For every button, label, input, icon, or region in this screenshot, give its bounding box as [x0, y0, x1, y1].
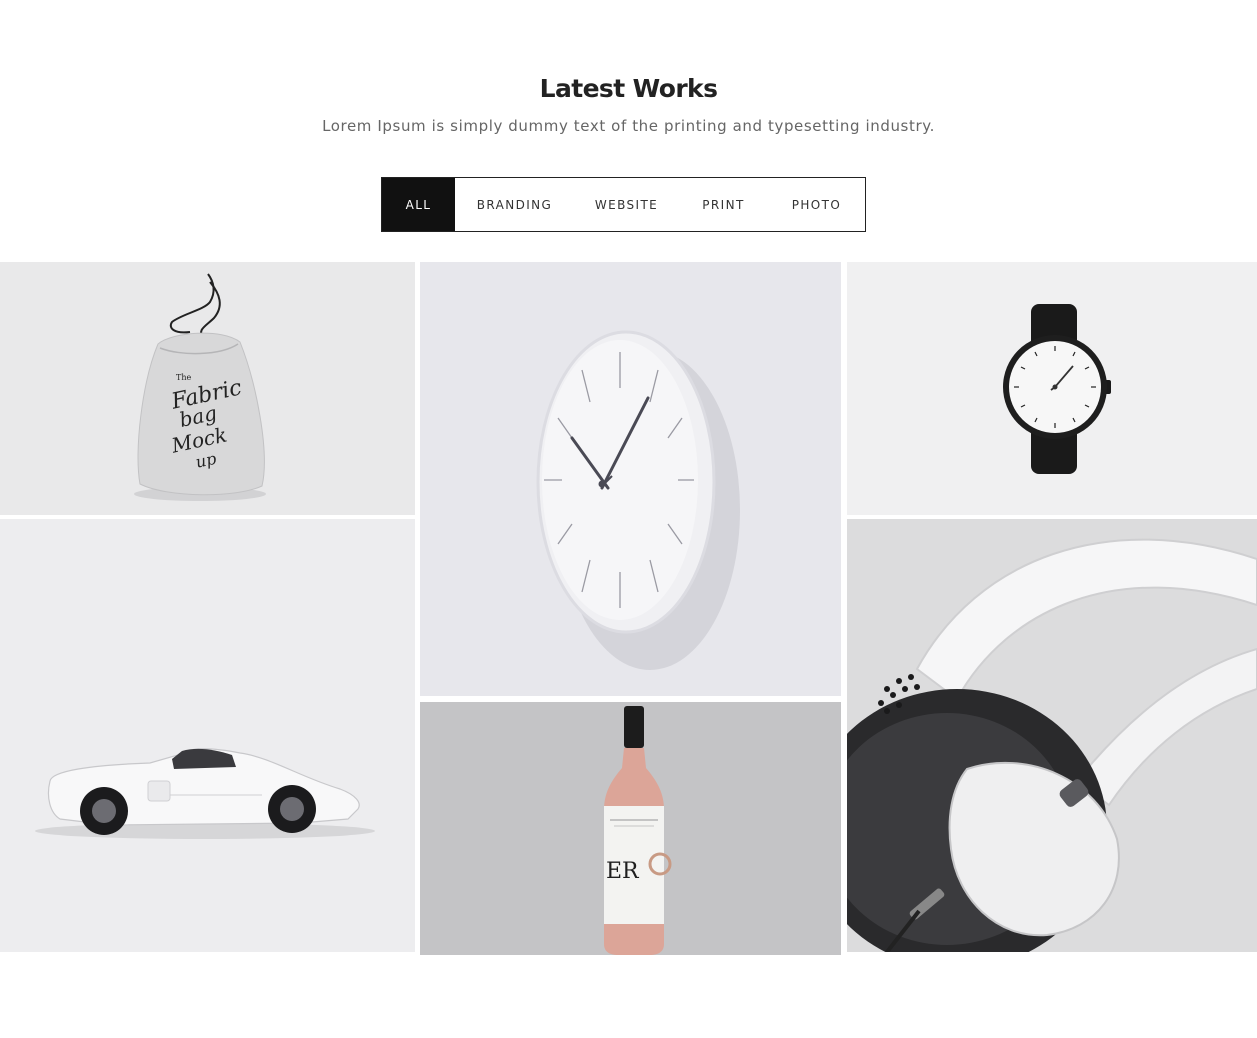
portfolio-item-wall-clock[interactable] — [420, 262, 841, 696]
filter-all[interactable]: ALL — [382, 178, 455, 231]
filter-print[interactable]: PRINT — [679, 178, 768, 231]
portfolio-item-headphones[interactable] — [847, 519, 1257, 952]
section-subtitle: Lorem Ipsum is simply dummy text of the … — [322, 117, 935, 135]
bag-text-the: The — [176, 373, 191, 382]
portfolio-item-fabric-bag[interactable]: The Fabric bag Mock up — [0, 262, 415, 515]
filter-website[interactable]: WEBSITE — [574, 178, 679, 231]
portfolio-item-wine-bottle[interactable]: ER — [420, 702, 841, 955]
race-car-image — [0, 519, 415, 952]
filter-photo[interactable]: PHOTO — [768, 178, 865, 231]
filter-branding[interactable]: BRANDING — [455, 178, 574, 231]
section-title: Latest Works — [539, 74, 718, 103]
fabric-bag-image: The Fabric bag Mock up — [0, 262, 415, 515]
bottle-label-text: ER — [606, 859, 640, 884]
portfolio-item-wrist-watch[interactable] — [847, 262, 1257, 515]
headphones-image — [847, 519, 1257, 952]
portfolio-item-race-car[interactable] — [0, 519, 415, 952]
wall-clock-image — [420, 262, 841, 696]
portfolio-filter-bar: ALL BRANDING WEBSITE PRINT PHOTO — [381, 177, 866, 232]
wrist-watch-image — [847, 262, 1257, 515]
wine-bottle-image: ER — [420, 702, 841, 955]
